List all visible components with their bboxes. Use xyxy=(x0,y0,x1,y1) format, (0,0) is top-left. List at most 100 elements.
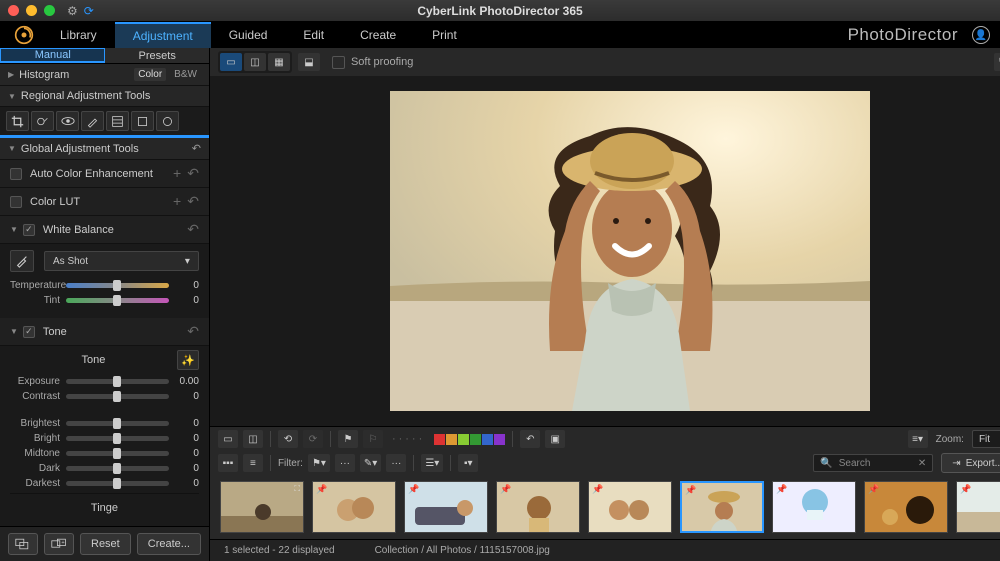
rotate-left-icon[interactable]: ⟲ xyxy=(278,430,298,448)
create-preset-button[interactable]: Create... xyxy=(137,533,201,555)
white-balance-header[interactable]: ▼ White Balance ↶ xyxy=(0,216,209,244)
copy-settings-button[interactable] xyxy=(8,533,38,555)
crop-tool-icon[interactable] xyxy=(6,111,29,131)
auto-color-checkbox[interactable] xyxy=(10,168,22,180)
reset-icon[interactable]: ↶ xyxy=(187,193,199,210)
radial-tool-icon[interactable] xyxy=(156,111,179,131)
color-blue[interactable] xyxy=(482,434,493,445)
color-red[interactable] xyxy=(434,434,445,445)
thumbnail[interactable]: 📌 xyxy=(496,481,580,533)
paste-settings-button[interactable]: + xyxy=(44,533,74,555)
thumbnail[interactable]: ⛶ xyxy=(220,481,304,533)
thumb-size-icon[interactable]: ▪▪▪ xyxy=(218,454,238,472)
filter-dots-icon[interactable]: ··· xyxy=(335,454,355,472)
rotate-right-icon[interactable]: ⟳ xyxy=(303,430,323,448)
filter-edit-icon[interactable]: ✎▾ xyxy=(360,454,381,472)
midtone-slider[interactable]: Midtone0 xyxy=(10,448,199,459)
tint-slider[interactable]: Tint 0 xyxy=(10,295,199,306)
view-split-icon[interactable]: ⬓ xyxy=(298,53,320,71)
view-compare-icon[interactable]: ◫ xyxy=(244,53,266,71)
thumbnail[interactable]: 📌 xyxy=(404,481,488,533)
reset-icon[interactable]: ↶ xyxy=(187,221,199,238)
image-canvas[interactable] xyxy=(210,76,1000,426)
thumbnail[interactable]: 📌 xyxy=(312,481,396,533)
app-logo[interactable] xyxy=(6,22,42,48)
nav-library[interactable]: Library xyxy=(42,22,115,48)
tone-header[interactable]: ▼ Tone ↶ xyxy=(0,318,209,346)
color-purple[interactable] xyxy=(494,434,505,445)
sort-list-icon[interactable]: ☰▾ xyxy=(421,454,443,472)
layout-single-icon[interactable]: ▭ xyxy=(218,430,238,448)
nav-print[interactable]: Print xyxy=(414,22,475,48)
add-icon[interactable]: + xyxy=(173,193,181,210)
reset-button[interactable]: Reset xyxy=(80,533,131,555)
darkest-slider[interactable]: Darkest0 xyxy=(10,478,199,489)
nav-guided[interactable]: Guided xyxy=(211,22,286,48)
sort-icon[interactable]: ≡▾ xyxy=(908,430,928,448)
nav-edit[interactable]: Edit xyxy=(285,22,342,48)
soft-proofing-checkbox[interactable] xyxy=(332,56,345,69)
soft-proofing-toggle[interactable]: Soft proofing xyxy=(332,56,413,69)
bright-slider[interactable]: Bright0 xyxy=(10,433,199,444)
clear-search-icon[interactable]: ✕ xyxy=(918,458,926,469)
regional-tools-header[interactable]: ▼ Regional Adjustment Tools xyxy=(0,86,209,107)
before-after-icon[interactable]: ▣ xyxy=(545,430,565,448)
rating-dots[interactable]: ····· xyxy=(392,433,425,445)
thumb-list-icon[interactable]: ≡ xyxy=(243,454,263,472)
color-yellow[interactable] xyxy=(458,434,469,445)
thumbnail[interactable]: 📌 xyxy=(956,481,1000,533)
redeye-tool-icon[interactable] xyxy=(56,111,79,131)
exposure-slider[interactable]: Exposure0.00 xyxy=(10,376,199,387)
histogram-header[interactable]: ▶ Histogram Color B&W xyxy=(0,64,209,86)
histogram-mode-bw[interactable]: B&W xyxy=(170,68,201,81)
contrast-slider[interactable]: Contrast0 xyxy=(10,391,199,402)
brightest-slider[interactable]: Brightest0 xyxy=(10,418,199,429)
color-orange[interactable] xyxy=(446,434,457,445)
chevron-down-icon: ▾ xyxy=(185,256,190,267)
thumbnail-selected[interactable]: 📌 xyxy=(680,481,764,533)
view-single-icon[interactable]: ▭ xyxy=(220,53,242,71)
thumbnail[interactable]: 📌 xyxy=(588,481,672,533)
brush-tool-icon[interactable] xyxy=(81,111,104,131)
undo-icon[interactable]: ↶ xyxy=(520,430,540,448)
thumbnail[interactable]: 📌 xyxy=(772,481,856,533)
reset-icon[interactable]: ↶ xyxy=(187,165,199,182)
color-green[interactable] xyxy=(470,434,481,445)
white-balance-preset-select[interactable]: As Shot ▾ xyxy=(44,251,199,271)
dark-slider[interactable]: Dark0 xyxy=(10,463,199,474)
label-filter-icon[interactable]: ▪▾ xyxy=(458,454,478,472)
tone-checkbox[interactable] xyxy=(23,326,35,338)
global-tools-header[interactable]: ▼ Global Adjustment Tools ↶ xyxy=(0,138,209,160)
layout-dual-icon[interactable]: ◫ xyxy=(243,430,263,448)
temperature-slider[interactable]: Temperature 0 xyxy=(10,280,199,291)
nav-adjustment[interactable]: Adjustment xyxy=(115,22,211,48)
color-lut-checkbox[interactable] xyxy=(10,196,22,208)
eyedropper-tool-icon[interactable] xyxy=(10,250,34,272)
search-input[interactable]: 🔍 Search ✕ xyxy=(813,454,933,472)
reset-icon[interactable]: ↶ xyxy=(192,142,201,155)
auto-tone-button[interactable]: ✨ xyxy=(177,350,199,370)
subtab-presets[interactable]: Presets xyxy=(105,48,208,63)
gradient-tool-icon[interactable] xyxy=(106,111,129,131)
histogram-mode-color[interactable]: Color xyxy=(134,68,166,81)
account-icon[interactable]: 👤 xyxy=(972,26,990,44)
export-button[interactable]: ⇥ Export... xyxy=(941,453,1000,473)
nav-create[interactable]: Create xyxy=(342,22,414,48)
zoom-select[interactable]: Fit▾ xyxy=(972,430,1000,448)
add-icon[interactable]: + xyxy=(173,165,181,182)
spot-tool-icon[interactable] xyxy=(31,111,54,131)
thumbnail[interactable]: 📌 xyxy=(864,481,948,533)
view-grid-icon[interactable]: ▦ xyxy=(268,53,290,71)
unflag-icon[interactable]: ⚐ xyxy=(363,430,383,448)
color-lut-item[interactable]: Color LUT +↶ xyxy=(0,188,209,216)
white-balance-checkbox[interactable] xyxy=(23,224,35,236)
reset-icon[interactable]: ↶ xyxy=(187,323,199,340)
mask-tool-icon[interactable] xyxy=(131,111,154,131)
flag-icon[interactable]: ⚑ xyxy=(338,430,358,448)
subtab-manual[interactable]: Manual xyxy=(0,48,105,63)
zoom-tool-icon[interactable]: 🔍 xyxy=(994,53,1000,71)
filter-more-icon[interactable]: ··· xyxy=(386,454,406,472)
filter-flag-icon[interactable]: ⚑▾ xyxy=(308,454,330,472)
auto-color-item[interactable]: Auto Color Enhancement +↶ xyxy=(0,160,209,188)
color-label-picker[interactable] xyxy=(434,434,505,445)
